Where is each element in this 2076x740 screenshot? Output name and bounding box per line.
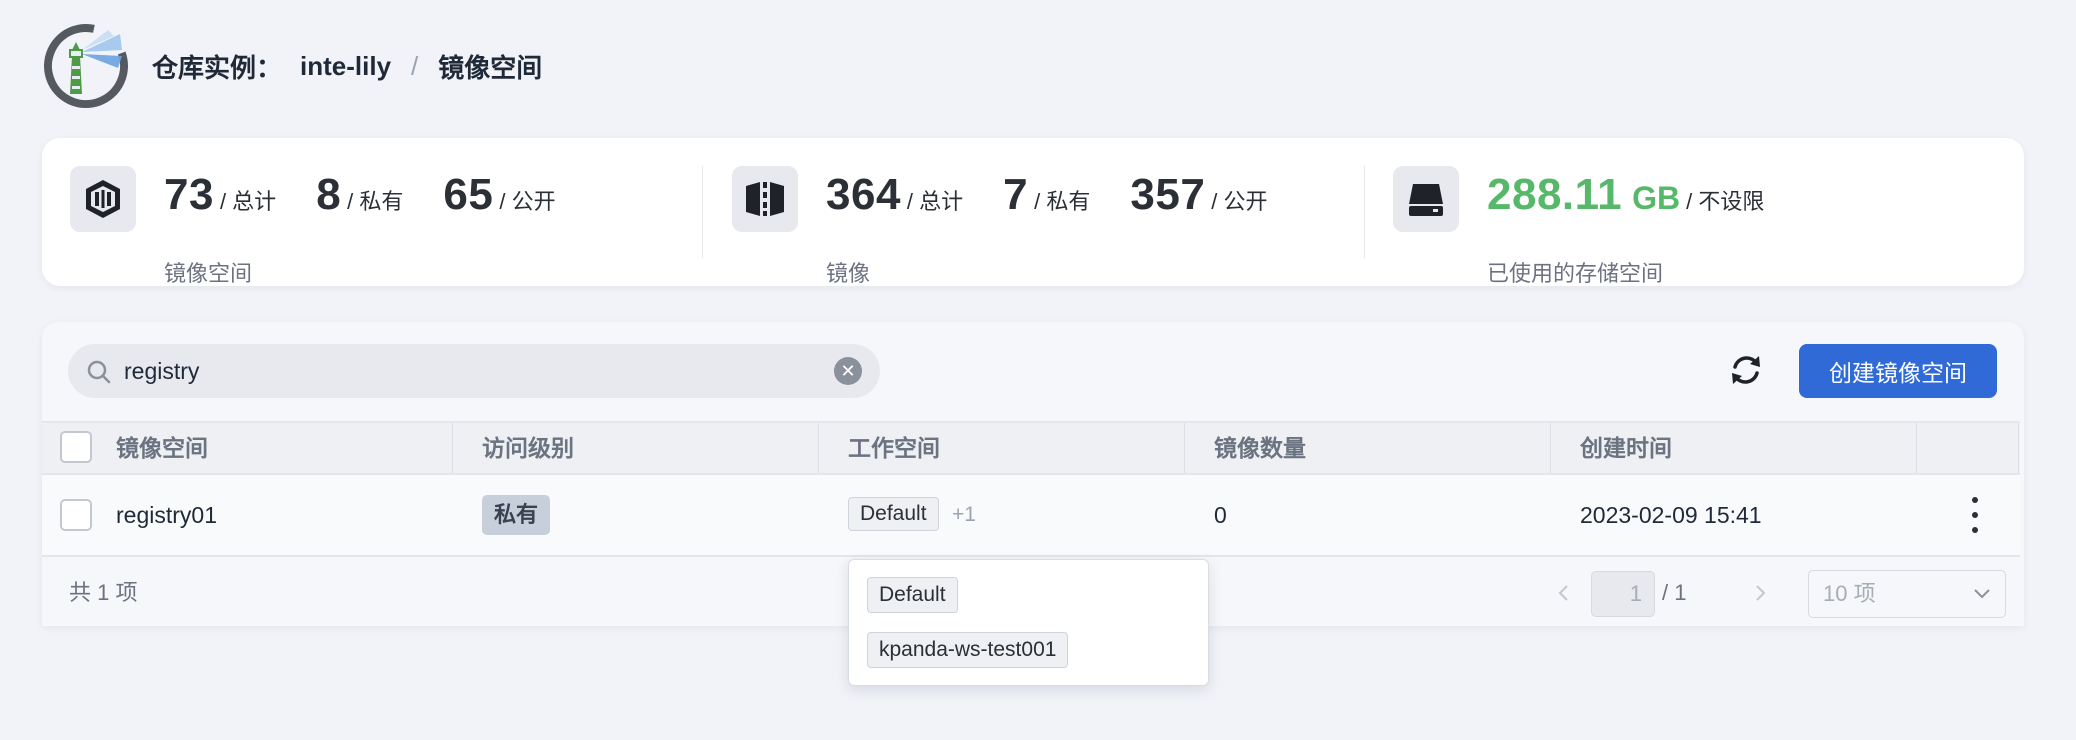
breadcrumb-current: 镜像空间 xyxy=(438,52,543,83)
image-public: 357 xyxy=(1130,170,1206,219)
image-count: 0 xyxy=(1214,502,1227,528)
popover-workspace-tag: kpanda-ws-test001 xyxy=(867,632,1069,668)
breadcrumb-separator: / xyxy=(411,50,419,81)
refresh-icon[interactable] xyxy=(1726,350,1766,390)
image-caption: 镜像 xyxy=(826,261,871,286)
namespace-caption: 镜像空间 xyxy=(164,261,253,286)
column-header-image-count[interactable]: 镜像数量 xyxy=(1214,423,1306,473)
workspace-popover: Default kpanda-ws-test001 xyxy=(848,559,1209,686)
clear-search-icon[interactable]: ✕ xyxy=(834,357,862,385)
namespace-public-label: / 公开 xyxy=(499,189,556,214)
image-total: 364 xyxy=(826,170,901,219)
namespace-total-label: / 总计 xyxy=(219,189,277,214)
chevron-down-icon xyxy=(1974,589,1990,599)
page-total: / 1 xyxy=(1662,580,1687,605)
page-size-select[interactable]: 10 项 xyxy=(1808,570,2006,618)
column-header-namespace[interactable]: 镜像空间 xyxy=(116,423,208,473)
image-icon xyxy=(732,166,798,232)
table-row[interactable]: registry01 私有 Default +1 0 2023-02-09 15… xyxy=(42,475,2020,557)
image-private-label: / 私有 xyxy=(1034,189,1091,214)
storage-icon xyxy=(1393,166,1459,232)
storage-unit: GB xyxy=(1632,180,1681,216)
image-private: 7 xyxy=(1003,170,1029,219)
namespace-private: 8 xyxy=(316,170,342,219)
created-time: 2023-02-09 15:41 xyxy=(1580,502,1762,528)
column-header-created[interactable]: 创建时间 xyxy=(1580,423,1672,473)
instance-label: 仓库实例： xyxy=(152,52,283,83)
total-count: 共 1 项 xyxy=(69,580,138,605)
storage-caption: 已使用的存储空间 xyxy=(1487,261,1664,286)
storage-used: 288.11 xyxy=(1487,170,1623,219)
workspace-more[interactable]: +1 xyxy=(952,475,976,555)
column-header-workspace[interactable]: 工作空间 xyxy=(848,423,940,473)
page-input[interactable]: 1 xyxy=(1591,571,1655,617)
page-header: 仓库实例： inte-lily / 镜像空间 xyxy=(42,22,542,110)
image-public-label: / 公开 xyxy=(1211,189,1268,214)
namespace-total: 73 xyxy=(164,170,214,219)
breadcrumb-instance[interactable]: inte-lily xyxy=(300,51,391,82)
next-page-icon[interactable] xyxy=(1750,583,1770,603)
column-header-access[interactable]: 访问级别 xyxy=(482,423,574,473)
create-namespace-button[interactable]: 创建镜像空间 xyxy=(1799,344,1997,398)
select-all-checkbox[interactable] xyxy=(60,431,92,463)
namespace-icon xyxy=(70,166,136,232)
access-badge: 私有 xyxy=(482,495,551,535)
table-header: 镜像空间 访问级别 工作空间 镜像数量 创建时间 xyxy=(42,421,2020,475)
search-icon xyxy=(87,360,111,384)
prev-page-icon[interactable] xyxy=(1554,583,1574,603)
popover-workspace-tag: Default xyxy=(867,577,958,613)
image-total-label: / 总计 xyxy=(906,189,964,214)
row-checkbox[interactable] xyxy=(60,499,92,531)
namespace-public: 65 xyxy=(443,170,494,219)
namespace-private-label: / 私有 xyxy=(347,189,404,214)
storage-limit: / 不设限 xyxy=(1686,189,1765,214)
search-input[interactable] xyxy=(124,344,804,398)
lighthouse-logo xyxy=(42,22,130,110)
stats-card: 73 / 总计 8 / 私有 65 / 公开 镜像空间 364 / 总计 7 /… xyxy=(42,138,2024,286)
search-box[interactable]: ✕ xyxy=(68,344,880,398)
stat-divider xyxy=(702,166,703,258)
more-actions-icon[interactable] xyxy=(1965,497,1985,533)
namespace-name[interactable]: registry01 xyxy=(116,475,217,555)
page-size-value: 10 项 xyxy=(1823,581,1876,606)
breadcrumb: 仓库实例： inte-lily / 镜像空间 xyxy=(152,48,542,85)
stat-divider xyxy=(1364,166,1365,258)
workspace-tag: Default xyxy=(848,497,939,531)
